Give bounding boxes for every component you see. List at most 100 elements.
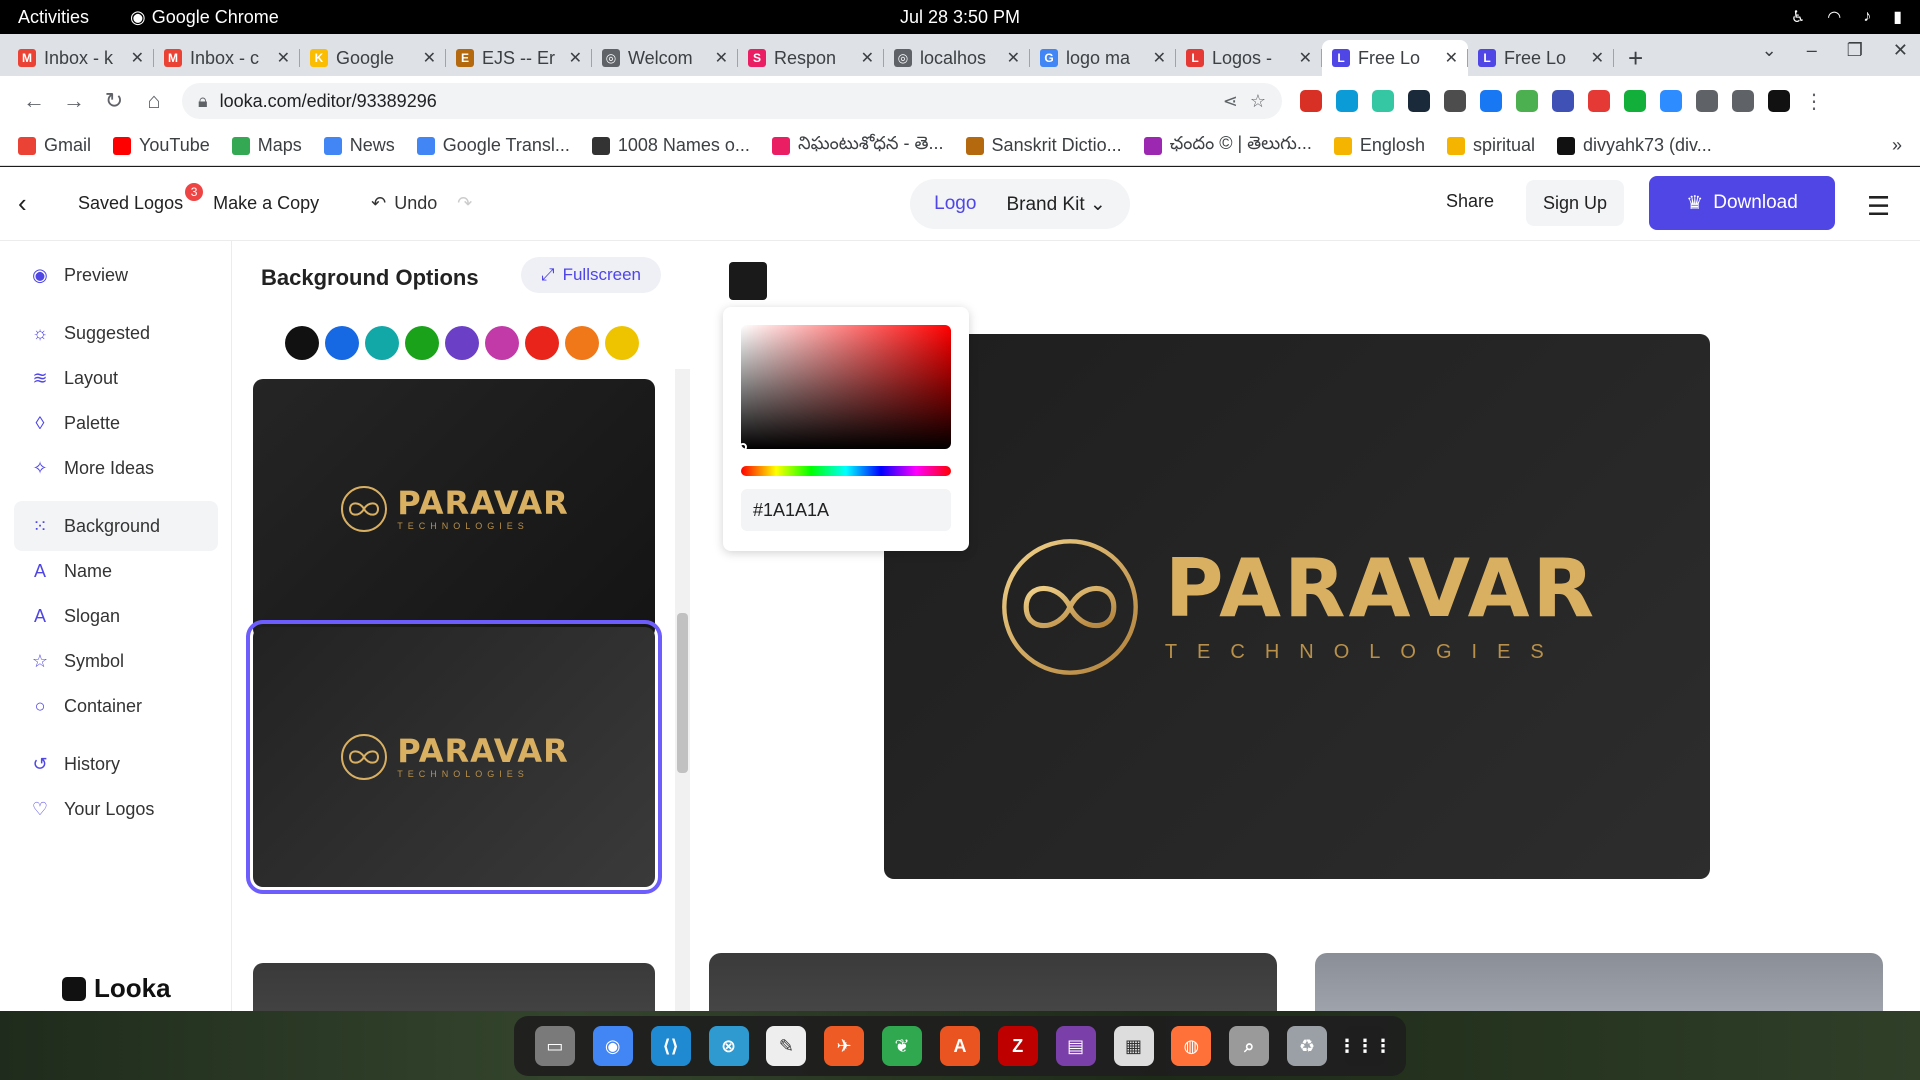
browser-tab[interactable]: L Free Lo ✕	[1322, 40, 1468, 76]
tab-close-icon[interactable]: ✕	[861, 48, 874, 68]
extension-icon[interactable]	[1444, 90, 1466, 112]
tab-close-icon[interactable]: ✕	[569, 48, 582, 68]
sidebar-item-suggested[interactable]: ☼ Suggested	[14, 308, 218, 358]
postman-icon[interactable]: ✈	[824, 1026, 865, 1066]
forward-icon[interactable]: →	[54, 88, 94, 114]
lock-icon[interactable]: 🔒︎	[198, 91, 208, 112]
volume-icon[interactable]: ♪	[1863, 8, 1871, 26]
sidebar-item-name[interactable]: A Name	[14, 546, 218, 596]
restore-icon[interactable]: ❐	[1847, 40, 1863, 61]
apps-grid-icon[interactable]: ⋮⋮⋮	[1338, 1026, 1392, 1066]
tab-close-icon[interactable]: ✕	[1299, 48, 1312, 68]
close-window-icon[interactable]: ✕	[1893, 40, 1908, 61]
share-button[interactable]: Share	[1446, 191, 1494, 212]
system-tray[interactable]: ♿ ◠ ♪ ▮	[1791, 7, 1902, 27]
color-swatch[interactable]	[605, 326, 639, 360]
bookmarks-overflow-icon[interactable]: »	[1892, 135, 1902, 156]
browser-tab[interactable]: ◎ localhos ✕	[884, 40, 1030, 76]
browser-tab[interactable]: Glogo ma ✕	[1030, 40, 1176, 76]
tab-search-icon[interactable]: ⌄	[1762, 40, 1777, 61]
saturation-value-area[interactable]	[741, 325, 951, 449]
sidebar-item-symbol[interactable]: ☆ Symbol	[14, 636, 218, 686]
extensions-puzzle-icon[interactable]	[1696, 90, 1718, 112]
bookmark-item[interactable]: Gmail	[18, 135, 91, 156]
address-bar[interactable]: 🔒︎ looka.com/editor/93389296 ⋖ ☆	[182, 83, 1282, 119]
extension-icon[interactable]	[1552, 90, 1574, 112]
files-icon[interactable]: ▭	[534, 1026, 575, 1066]
fullscreen-button[interactable]: ⤢ Fullscreen	[521, 257, 661, 293]
vscode-icon[interactable]: ⟨⟩	[650, 1026, 691, 1066]
make-copy-button[interactable]: Make a Copy	[213, 193, 319, 214]
browser-tab[interactable]: M Inbox - c ✕	[154, 40, 300, 76]
bookmark-item[interactable]: spiritual	[1446, 135, 1535, 156]
bookmark-item[interactable]: News	[323, 135, 395, 156]
tab-close-icon[interactable]: ✕	[1007, 48, 1020, 68]
search-app-icon[interactable]: ⌕	[1229, 1026, 1270, 1066]
sidebar-item-background[interactable]: ⁙ Background	[14, 501, 218, 551]
video-icon[interactable]: ▤	[1055, 1026, 1096, 1066]
tab-close-icon[interactable]: ✕	[715, 48, 728, 68]
color-swatch[interactable]	[525, 326, 559, 360]
sidebar-item-slogan[interactable]: A Slogan	[14, 591, 218, 641]
browser-tab[interactable]: S Respon ✕	[738, 40, 884, 76]
current-color-swatch[interactable]	[729, 262, 767, 300]
background-option-card[interactable]	[253, 963, 655, 1011]
tab-close-icon[interactable]: ✕	[1591, 48, 1604, 68]
bookmark-item[interactable]: 1008 Names o...	[591, 135, 750, 156]
network-icon[interactable]: ⊗	[708, 1026, 749, 1066]
background-option-card[interactable]: PARAVAR TECHNOLOGIES	[253, 379, 655, 639]
wifi-icon[interactable]: ◠	[1827, 7, 1841, 27]
mongodb-icon[interactable]: ❦	[882, 1026, 923, 1066]
tab-brand-kit[interactable]: Brand Kit ⌄	[1006, 193, 1105, 216]
extension-icon[interactable]	[1624, 90, 1646, 112]
mockup-card[interactable]	[709, 953, 1277, 1011]
bookmark-star-icon[interactable]: ☆	[1250, 91, 1266, 112]
back-chevron-icon[interactable]: ‹	[18, 188, 60, 219]
extension-icon[interactable]	[1372, 90, 1394, 112]
inkscape-icon[interactable]: ✎	[766, 1026, 807, 1066]
extension-icon[interactable]	[1336, 90, 1358, 112]
download-button[interactable]: ♛ Download	[1649, 176, 1835, 230]
extension-icon[interactable]	[1408, 90, 1430, 112]
tab-close-icon[interactable]: ✕	[277, 48, 290, 68]
accessibility-icon[interactable]: ♿	[1791, 7, 1805, 27]
saturation-handle[interactable]	[739, 443, 747, 451]
background-option-card-selected[interactable]: PARAVAR TECHNOLOGIES	[246, 620, 662, 894]
panel-scroll-thumb[interactable]	[677, 613, 688, 773]
filezilla-icon[interactable]: Z	[997, 1026, 1038, 1066]
tab-logo[interactable]: Logo	[934, 193, 976, 215]
extension-icon[interactable]	[1300, 90, 1322, 112]
home-icon[interactable]: ⌂	[134, 88, 174, 114]
sidebar-item-preview[interactable]: ◉ Preview	[14, 250, 218, 300]
trash-icon[interactable]: ♻	[1287, 1026, 1328, 1066]
redo-icon[interactable]: ↷	[457, 193, 472, 214]
document-icon[interactable]: ▦	[1113, 1026, 1154, 1066]
bookmark-item[interactable]: Google Transl...	[416, 135, 570, 156]
browser-tab[interactable]: E EJS -- Er ✕	[446, 40, 592, 76]
back-icon[interactable]: ←	[14, 88, 54, 114]
minimize-icon[interactable]: –	[1807, 40, 1817, 61]
extension-icon[interactable]	[1660, 90, 1682, 112]
extension-icon[interactable]	[1588, 90, 1610, 112]
tab-close-icon[interactable]: ✕	[1445, 48, 1458, 68]
firefox-icon[interactable]: ◍	[1171, 1026, 1212, 1066]
bookmark-item[interactable]: నిఘంటుశోధన - తె...	[771, 133, 944, 158]
browser-tab[interactable]: ◎ Welcom ✕	[592, 40, 738, 76]
reload-icon[interactable]: ↻	[94, 88, 134, 114]
logo-main-preview[interactable]: PARAVAR TECHNOLOGIES	[884, 334, 1710, 879]
browser-tab[interactable]: M Inbox - k ✕	[8, 40, 154, 76]
bookmark-item[interactable]: Englosh	[1333, 135, 1425, 156]
sidebar-item-palette[interactable]: ◊ Palette	[14, 398, 218, 448]
sidebar-item-container[interactable]: ○ Container	[14, 681, 218, 731]
bookmark-item[interactable]: ఛందం © | తెలుగు...	[1143, 133, 1312, 158]
saved-logos-button[interactable]: Saved Logos 3	[78, 183, 204, 214]
app-menu[interactable]: ◉ Google Chrome	[130, 7, 279, 28]
browser-tab[interactable]: K Google ✕	[300, 40, 446, 76]
color-swatch[interactable]	[485, 326, 519, 360]
clock[interactable]: Jul 28 3:50 PM	[900, 7, 1020, 28]
undo-button[interactable]: ↶ Undo	[371, 193, 437, 214]
sign-up-button[interactable]: Sign Up	[1526, 180, 1624, 226]
color-swatch[interactable]	[285, 326, 319, 360]
extension-icon[interactable]	[1480, 90, 1502, 112]
bookmark-item[interactable]: YouTube	[113, 135, 210, 156]
